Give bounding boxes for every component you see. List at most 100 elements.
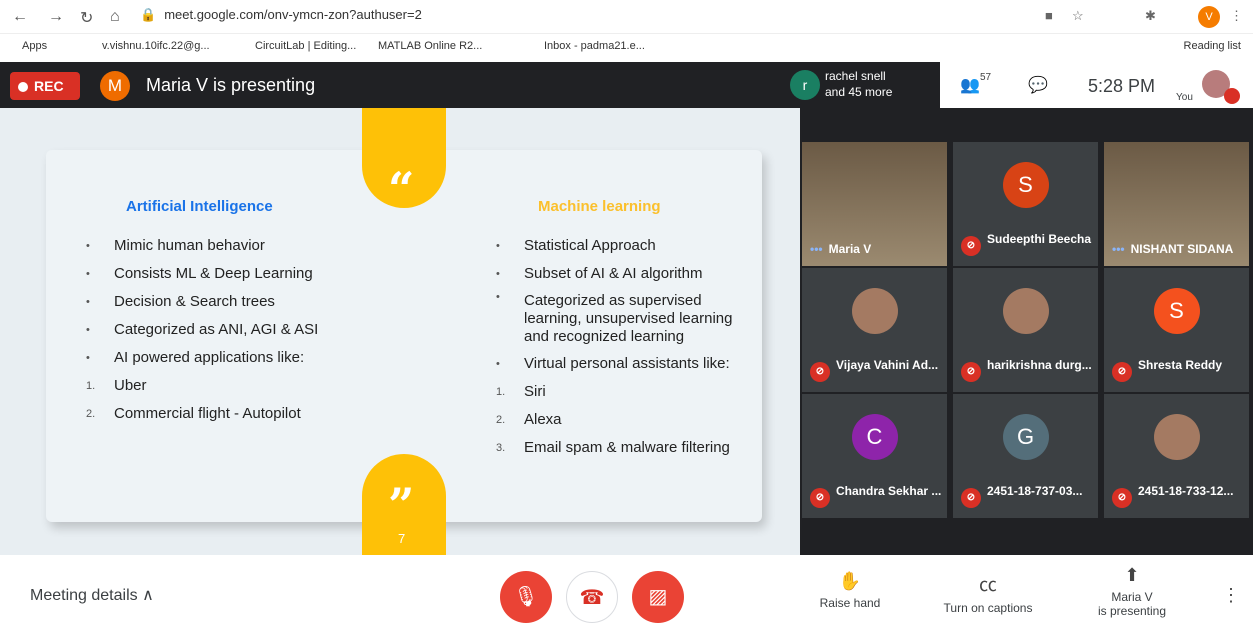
- participant-name: ⊘ Vijaya Vahini Ad...: [810, 358, 938, 382]
- ml-bullet-item-text: Virtual personal assistants like:: [524, 355, 730, 372]
- ml-bullet-item: 1. Siri: [496, 378, 746, 406]
- ml-bullet-item-marker: 3.: [496, 442, 506, 454]
- ai-bullet-item-marker: 2.: [86, 408, 96, 420]
- bookmark-inbox[interactable]: Inbox - padma21.e...: [544, 40, 645, 52]
- ml-bullet-item: • Statistical Approach: [496, 232, 746, 260]
- people-count: 57: [980, 72, 992, 83]
- extensions-icon[interactable]: ✱: [1145, 8, 1156, 24]
- present-icon: ⬆: [1124, 565, 1140, 585]
- ml-bullet-item-text: Subset of AI & AI algorithm: [524, 265, 703, 282]
- ai-bullet-item-text: Consists ML & Deep Learning: [114, 265, 313, 282]
- ai-bullet-list: • Mimic human behavior • Consists ML & Deep…: [86, 232, 366, 428]
- participant-tile[interactable]: ••• NISHANT SIDANA: [1104, 142, 1249, 266]
- more-options-icon[interactable]: ⋮: [1222, 585, 1240, 606]
- chat-icon[interactable]: 💬: [1028, 75, 1048, 95]
- ml-bullet-item-marker: 1.: [496, 386, 506, 398]
- presenting-button[interactable]: ⬆ Maria Vis presenting: [1090, 565, 1174, 618]
- ml-bullet-item: • Virtual personal assistants like:: [496, 350, 746, 378]
- meet-stage: REC M Maria V is presenting “ ” 7 Artifi…: [0, 62, 1253, 555]
- participant-name-text: harikrishna durg...: [987, 358, 1092, 372]
- participant-name-text: Vijaya Vahini Ad...: [836, 358, 939, 372]
- participant-name: ⊘ Chandra Sekhar ...: [810, 484, 941, 508]
- mic-off-icon: ⊘: [961, 236, 981, 256]
- participant-photo-avatar: [851, 288, 898, 334]
- participant-tile[interactable]: S ⊘ Sudeepthi Beecha: [953, 142, 1098, 266]
- participant-name: ⊘ harikrishna durg...: [961, 358, 1092, 382]
- ai-bullet-item-text: Mimic human behavior: [114, 237, 265, 254]
- mic-off-icon: ⊘: [961, 362, 981, 382]
- ml-bullet-item-text: Categorized as supervised learning, unsu…: [524, 292, 733, 345]
- ai-bullet-item-marker: •: [86, 268, 90, 280]
- participant-tile[interactable]: ••• Maria V: [802, 142, 947, 266]
- ai-bullet-item-marker: •: [86, 240, 90, 252]
- ml-bullet-item-marker: •: [496, 358, 500, 370]
- ai-bullet-item: • Categorized as ANI, AGI & ASI: [86, 316, 366, 344]
- address-bar[interactable]: 🔒 meet.google.com/onv-ymcn-zon?authuser=2: [140, 7, 422, 23]
- leave-call-button[interactable]: ☎: [566, 571, 618, 623]
- star-icon[interactable]: ☆: [1072, 8, 1084, 24]
- hand-icon: ✋: [838, 571, 862, 591]
- meet-info-panel: 👥 57 💬 5:28 PM You: [940, 62, 1253, 108]
- back-icon[interactable]: ←: [12, 8, 28, 26]
- meeting-details-button[interactable]: Meeting details ∧: [30, 585, 154, 605]
- participant-tile[interactable]: C ⊘ Chandra Sekhar ...: [802, 394, 947, 518]
- ai-bullet-item-marker: 1.: [86, 380, 96, 392]
- camera-off-button[interactable]: ▨: [632, 571, 684, 623]
- ai-bullet-item: • Consists ML & Deep Learning: [86, 260, 366, 288]
- participant-name-text: Sudeepthi Beecha: [987, 232, 1092, 246]
- menu-icon[interactable]: ⋮: [1230, 8, 1243, 24]
- profile-avatar[interactable]: V: [1198, 6, 1220, 28]
- mic-off-icon: ⊘: [1112, 362, 1132, 382]
- bookmark-matlab[interactable]: MATLAB Online R2...: [378, 40, 482, 52]
- forward-icon[interactable]: →: [48, 8, 64, 26]
- self-label: You: [1176, 92, 1193, 103]
- people-icon[interactable]: 👥: [960, 75, 980, 95]
- participant-name: ••• Maria V: [810, 242, 871, 256]
- home-icon[interactable]: ⌂: [110, 8, 120, 26]
- control-bar: Meeting details ∧ 🎙 ☎ ▨ ✋ Raise hand ㏄ Tur…: [0, 555, 1253, 630]
- participants-summary[interactable]: rachel snell and 45 more: [825, 68, 892, 100]
- mic-off-icon: ⊘: [1112, 488, 1132, 508]
- reading-list[interactable]: Reading list: [1184, 40, 1241, 52]
- bookmarks-bar: Apps v.vishnu.10ifc.22@g... CircuitLab |…: [0, 34, 1253, 60]
- ai-title: Artificial Intelligence: [126, 198, 273, 215]
- participant-tile[interactable]: S ⊘ Shresta Reddy: [1104, 268, 1249, 392]
- slide-page-number: 7: [398, 531, 406, 546]
- participant-photo-avatar: [1002, 288, 1049, 334]
- participant-tile[interactable]: ⊘ harikrishna durg...: [953, 268, 1098, 392]
- shared-slide: “ ” 7 Artificial Intelligence Machine le…: [0, 108, 800, 555]
- camera-icon[interactable]: ■: [1045, 8, 1053, 23]
- chevron-up-icon: ∧: [142, 587, 154, 604]
- ml-title: Machine learning: [538, 198, 661, 215]
- mic-off-icon: ⊘: [810, 488, 830, 508]
- ai-bullet-item-marker: •: [86, 296, 90, 308]
- reload-icon[interactable]: ↻: [80, 8, 93, 28]
- bookmark-circuitlab[interactable]: CircuitLab | Editing...: [255, 40, 356, 52]
- ml-bullet-item: 2. Alexa: [496, 406, 746, 434]
- ml-bullet-item-text: Alexa: [524, 411, 562, 428]
- lock-icon: 🔒: [140, 7, 157, 22]
- participant-name-text: 2451-18-733-12...: [1138, 484, 1234, 498]
- ml-bullet-item-text: Statistical Approach: [524, 237, 656, 254]
- ai-bullet-item-text: AI powered applications like:: [114, 349, 305, 366]
- ai-bullet-item: • AI powered applications like:: [86, 344, 366, 372]
- ai-bullet-item-text: Categorized as ANI, AGI & ASI: [114, 321, 319, 338]
- open-quote-icon: “: [388, 162, 415, 216]
- raise-hand-button[interactable]: ✋ Raise hand: [815, 571, 885, 610]
- self-mic-off-icon: [1224, 88, 1240, 104]
- participant-avatar: S: [1153, 288, 1200, 334]
- participant-name-text: Maria V: [828, 242, 872, 256]
- participant-avatar: S: [1002, 162, 1049, 208]
- captions-button[interactable]: ㏄ Turn on captions: [938, 571, 1038, 615]
- mic-off-icon: ⊘: [810, 362, 830, 382]
- participant-name-text: 2451-18-737-03...: [987, 484, 1083, 498]
- participant-tile[interactable]: G ⊘ 2451-18-737-03...: [953, 394, 1098, 518]
- mic-off-button[interactable]: 🎙: [500, 571, 552, 623]
- participant-tile[interactable]: ⊘ 2451-18-733-12...: [1104, 394, 1249, 518]
- bookmark-gmail[interactable]: v.vishnu.10ifc.22@g...: [102, 40, 210, 52]
- record-icon: [18, 82, 28, 92]
- bookmark-apps[interactable]: Apps: [22, 40, 47, 52]
- participant-tile[interactable]: ⊘ Vijaya Vahini Ad...: [802, 268, 947, 392]
- speaking-icon: •••: [1112, 242, 1125, 256]
- ai-bullet-item: • Decision & Search trees: [86, 288, 366, 316]
